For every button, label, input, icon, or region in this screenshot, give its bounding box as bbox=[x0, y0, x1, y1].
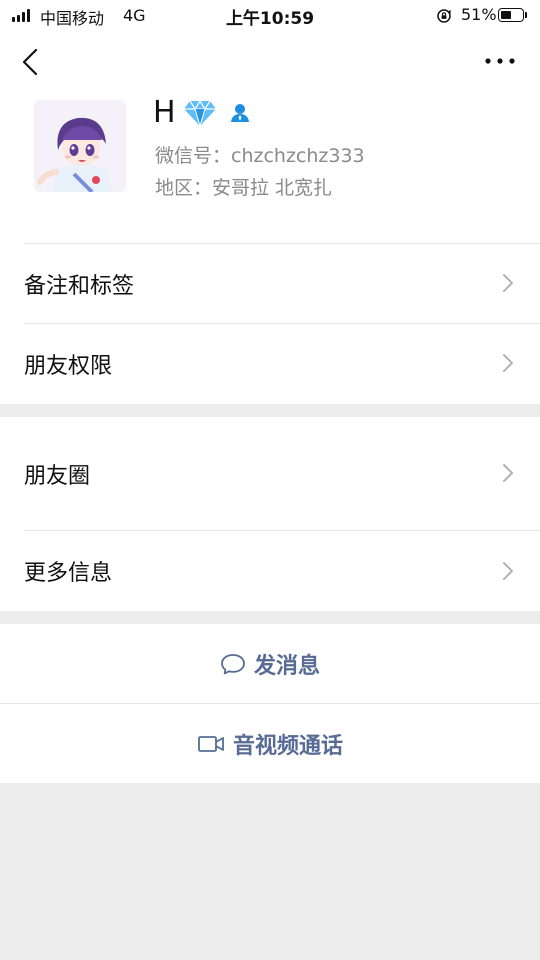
send-message-label: 发消息 bbox=[253, 653, 320, 679]
back-button[interactable] bbox=[14, 44, 50, 80]
battery-tip bbox=[525, 12, 527, 18]
row-friend-permissions[interactable]: 朋友权限 bbox=[0, 324, 540, 404]
action-section: 发消息 音视频通话 bbox=[0, 624, 540, 783]
chevron-right-icon bbox=[503, 274, 513, 292]
row-label: 更多信息 bbox=[24, 561, 113, 586]
wechat-id: 微信号：chzchzchz333 bbox=[155, 145, 365, 167]
avatar[interactable] bbox=[34, 100, 126, 192]
region: 地区：安哥拉 北宽扎 bbox=[155, 177, 333, 199]
send-message-button[interactable]: 发消息 bbox=[0, 624, 540, 703]
row-label: 备注和标签 bbox=[24, 274, 135, 299]
video-camera-icon bbox=[198, 735, 224, 752]
chevron-right-icon bbox=[503, 562, 513, 580]
chat-bubble-icon bbox=[221, 653, 245, 674]
diamond-icon bbox=[184, 99, 216, 128]
row-remarks-tags[interactable]: 备注和标签 bbox=[0, 244, 540, 323]
chevron-right-icon bbox=[503, 464, 513, 482]
row-label: 朋友权限 bbox=[24, 354, 113, 379]
battery-icon bbox=[498, 8, 524, 22]
video-call-label: 音视频通话 bbox=[232, 733, 343, 759]
avatar-illustration bbox=[34, 100, 126, 192]
status-bar: 中国移动 4G 上午10:59 51% bbox=[0, 0, 540, 32]
status-time: 上午10:59 bbox=[225, 9, 315, 29]
row-label: 朋友圈 bbox=[24, 464, 91, 489]
chevron-left-icon bbox=[22, 48, 38, 76]
row-more-info[interactable]: 更多信息 bbox=[0, 531, 540, 611]
info-section: 朋友圈 更多信息 bbox=[0, 417, 540, 611]
battery-level-fill bbox=[501, 11, 511, 19]
profile-name: H bbox=[153, 95, 176, 130]
profile-card: H 微信号：chzchzchz333 地区：安哥拉 北宽扎 备注和标签 朋友权限 bbox=[0, 32, 540, 404]
more-dots-icon bbox=[485, 58, 515, 64]
row-moments[interactable]: 朋友圈 bbox=[0, 417, 540, 530]
more-button[interactable] bbox=[478, 46, 522, 76]
contact-person-icon bbox=[231, 104, 249, 122]
battery-percent: 51% bbox=[461, 5, 497, 24]
chevron-right-icon bbox=[503, 354, 513, 372]
orientation-lock-icon bbox=[437, 9, 451, 23]
video-call-button[interactable]: 音视频通话 bbox=[0, 704, 540, 783]
